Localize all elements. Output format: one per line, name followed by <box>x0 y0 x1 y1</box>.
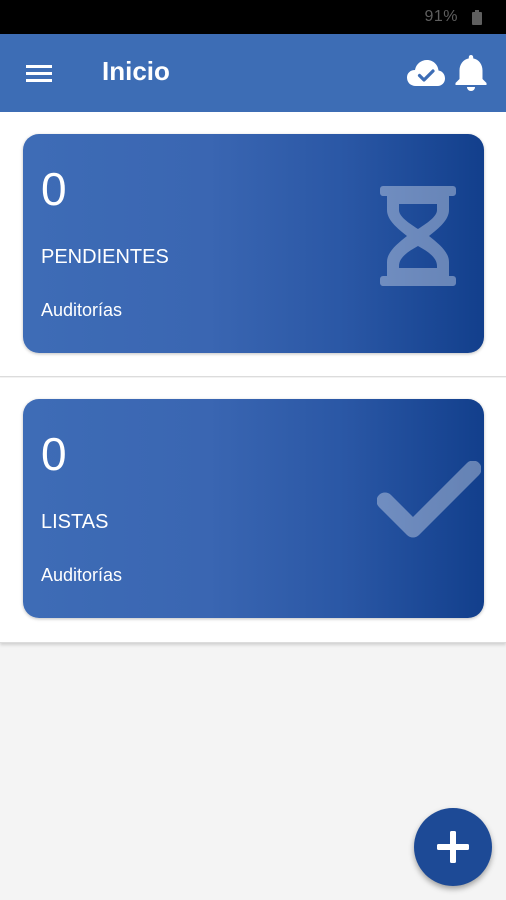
add-button[interactable] <box>414 808 492 886</box>
pending-subtitle: Auditorías <box>41 300 123 320</box>
pending-audits-card[interactable]: 0 PENDIENTES Auditorías <box>23 134 484 353</box>
pending-label: PENDIENTES <box>41 246 169 268</box>
ready-label: LISTAS <box>41 511 109 533</box>
battery-percent: 91% <box>424 8 458 25</box>
ready-subtitle: Auditorías <box>41 565 123 585</box>
page-title: Inicio <box>102 56 170 86</box>
pending-panel: 0 PENDIENTES Auditorías <box>0 112 506 377</box>
menu-icon[interactable] <box>22 58 56 88</box>
ready-count: 0 <box>41 428 67 480</box>
bell-icon[interactable] <box>452 52 490 92</box>
battery-icon <box>472 10 482 25</box>
ready-audits-card[interactable]: 0 LISTAS Auditorías <box>23 399 484 618</box>
pending-count: 0 <box>41 163 67 215</box>
plus-icon <box>437 831 469 863</box>
cloud-check-icon[interactable] <box>406 56 446 90</box>
ready-panel: 0 LISTAS Auditorías <box>0 378 506 643</box>
app-bar: Inicio <box>0 34 506 112</box>
hourglass-icon <box>380 186 456 286</box>
check-icon <box>377 461 481 538</box>
status-bar: 91% <box>0 0 506 34</box>
